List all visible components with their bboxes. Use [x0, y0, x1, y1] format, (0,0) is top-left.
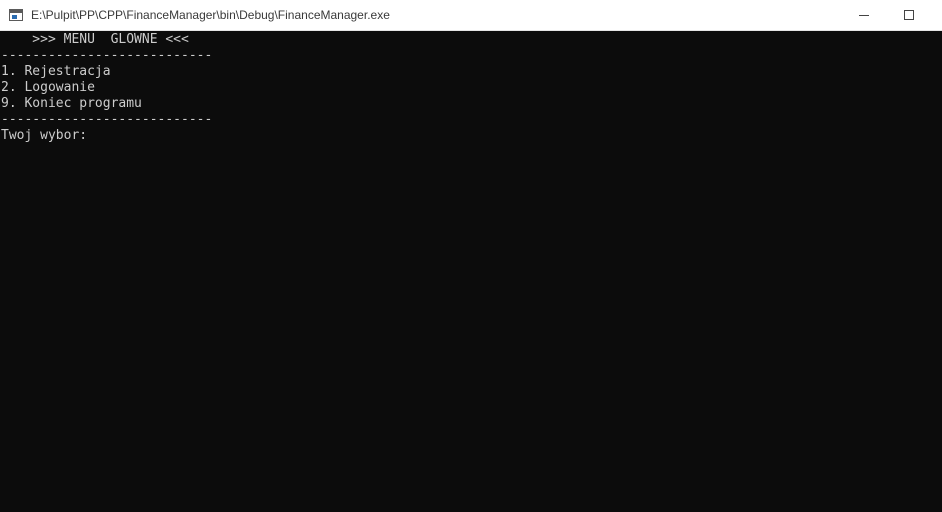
menu-header: >>> MENU GLOWNE <<< [1, 32, 189, 47]
menu-option-exit: 9. Koniec programu [1, 96, 142, 111]
title-bar[interactable]: E:\Pulpit\PP\CPP\FinanceManager\bin\Debu… [0, 0, 942, 31]
separator-top: --------------------------- [1, 48, 213, 63]
menu-option-login: 2. Logowanie [1, 80, 95, 95]
menu-option-register: 1. Rejestracja [1, 64, 111, 79]
maximize-button[interactable] [887, 0, 933, 31]
minimize-button[interactable] [841, 0, 887, 31]
choice-prompt[interactable]: Twoj wybor: [1, 128, 942, 144]
window-title: E:\Pulpit\PP\CPP\FinanceManager\bin\Debu… [31, 8, 390, 22]
maximize-icon [904, 10, 914, 20]
minimize-icon [859, 15, 869, 16]
console-output[interactable]: >>> MENU GLOWNE <<< --------------------… [0, 31, 942, 512]
console-window: E:\Pulpit\PP\CPP\FinanceManager\bin\Debu… [0, 0, 942, 512]
separator-bottom: --------------------------- [1, 112, 213, 127]
console-app-icon[interactable] [9, 9, 23, 21]
